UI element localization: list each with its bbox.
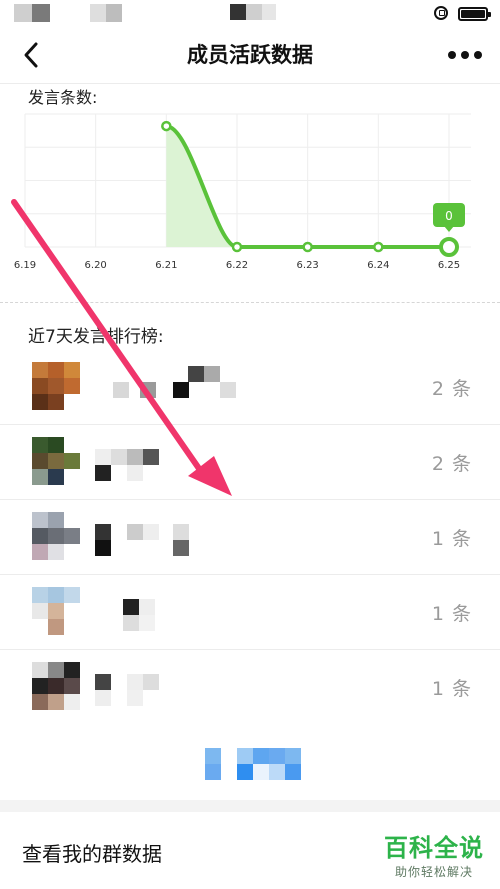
- status-time-blur: [246, 4, 262, 20]
- message-count: 1 条: [431, 603, 472, 625]
- data-point: [161, 120, 172, 132]
- battery-icon: [458, 7, 491, 21]
- ranking-row[interactable]: 1 条: [0, 500, 500, 575]
- x-tick-label: 6.24: [367, 260, 389, 271]
- ranking-row[interactable]: 1 条: [0, 575, 500, 650]
- watermark-main: 百科全说: [384, 834, 484, 862]
- x-tick-label: 6.23: [297, 260, 319, 271]
- page-title: 成员活跃数据: [187, 43, 313, 67]
- ranking-row[interactable]: 1 条: [0, 650, 500, 725]
- message-count: 2 条: [431, 378, 472, 400]
- value-badge-pointer: [444, 226, 454, 232]
- watermark-sub: 助你轻松解决: [394, 865, 473, 879]
- data-point: [231, 241, 243, 253]
- message-count-chart: 6.19 6.20 6.21 6.22 6.23 6.24 6.25 0: [14, 113, 471, 271]
- x-tick-label: 6.22: [226, 260, 248, 271]
- message-count-chart-section: 6.19 6.20 6.21 6.22 6.23 6.24 6.25 0 发言条数:: [0, 84, 500, 302]
- ranking-list: 2 条 2 条 1 条 1 条 1 条: [0, 350, 500, 725]
- message-count: 2 条: [431, 453, 472, 475]
- avatar: [32, 662, 80, 710]
- watermark-logo: 百科全说 助你轻松解决: [384, 828, 484, 880]
- x-tick-label: 6.21: [155, 260, 177, 271]
- x-tick-label: 6.19: [14, 260, 36, 271]
- status-time-blur: [230, 4, 246, 20]
- status-bar: [0, 0, 500, 26]
- nav-bar: 成员活跃数据: [0, 26, 500, 84]
- status-time-blur: [262, 4, 276, 20]
- x-tick-label: 6.20: [85, 260, 107, 271]
- value-badge-label: 0: [445, 209, 453, 223]
- message-count: 1 条: [431, 528, 472, 550]
- status-carrier-blur: [106, 4, 122, 22]
- more-options-icon[interactable]: [448, 48, 482, 62]
- avatar: [32, 437, 80, 485]
- status-carrier-blur: [14, 4, 32, 22]
- status-carrier-blur: [90, 4, 106, 22]
- data-point-highlighted: [439, 237, 459, 257]
- ranking-row[interactable]: 2 条: [0, 425, 500, 500]
- member-name-blur: [95, 674, 245, 706]
- view-my-group-data-link[interactable]: 查看我的群数据: [22, 838, 162, 867]
- member-name-blur: [95, 524, 245, 556]
- member-name-blur: [95, 366, 245, 406]
- data-point: [373, 241, 384, 253]
- section-separator: [0, 800, 500, 812]
- avatar: [32, 587, 80, 635]
- member-name-blur: [95, 449, 245, 481]
- section-divider: [0, 302, 500, 303]
- view-more-link-blur[interactable]: [205, 748, 305, 780]
- rotation-lock-icon: [434, 6, 448, 20]
- message-count: 1 条: [431, 678, 472, 700]
- avatar: [32, 512, 80, 560]
- member-name-blur: [95, 599, 245, 631]
- data-point: [302, 241, 313, 253]
- ranking-title: 近7天发言排行榜:: [28, 327, 164, 347]
- avatar: [32, 362, 80, 410]
- chart-label: 发言条数:: [28, 88, 98, 107]
- ranking-row[interactable]: 2 条: [0, 350, 500, 425]
- x-tick-label: 6.25: [438, 260, 460, 271]
- status-carrier-blur: [32, 4, 50, 22]
